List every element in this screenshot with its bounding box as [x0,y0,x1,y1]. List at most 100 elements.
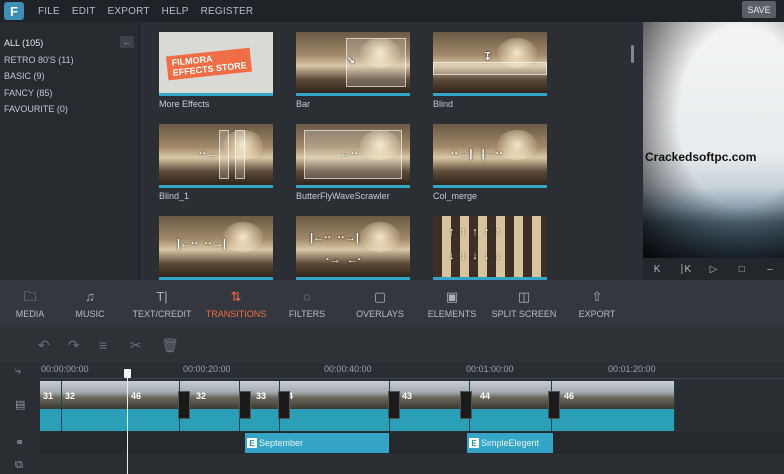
video-track-icon: ▤ [15,399,26,411]
transition-marker[interactable] [460,391,472,419]
play-icon[interactable]: ▷ [699,264,727,275]
video-clip[interactable]: 32 [62,381,128,431]
effect-tile-7[interactable]: |←·· ··→| [159,216,273,280]
category-basic[interactable]: BASIC (9) [0,68,139,85]
effects-track[interactable] [40,432,784,454]
effect-thumbnail: ←·· [296,124,410,188]
timecode: 00:01:00:00 [466,364,514,374]
arrow-down-icon: ↧ [483,51,493,63]
snap-icon[interactable]: ⤷ [15,365,21,378]
effect-tile-bar[interactable]: ↘ Bar [296,32,410,109]
menu-register[interactable]: REGISTER [201,6,254,17]
effect-badge-icon: E [247,438,257,448]
undo-icon[interactable]: ↶ [38,337,50,354]
arrow-left-icon: ←·· [340,148,359,160]
arrow-right-icon: ··→ [199,148,218,160]
delete-icon[interactable]: 🗑 [161,337,179,354]
transition-marker[interactable] [388,391,400,419]
split-arrows-icon: |←·· ··→| [310,232,359,244]
effect-thumbnail: ··→| |←·· [433,124,547,188]
transition-marker[interactable] [278,391,290,419]
playhead-handle[interactable] [124,369,131,378]
up-arrows-icon: ↑ ↑ ↑ ↑ ↑ [449,226,501,238]
effect-label: ButterFlyWaveScrawler [296,191,390,201]
video-clip[interactable]: 31 [40,381,62,431]
menu-edit[interactable]: EDIT [72,6,96,17]
video-clip[interactable]: 46 [552,381,675,431]
transition-marker[interactable] [178,391,190,419]
category-favourite[interactable]: FAVOURITE (0) [0,101,139,118]
split-arrows-icon: ·→ ←· [326,254,362,266]
volume-icon[interactable]: – [756,264,784,275]
arrow-icon: ↘ [346,55,356,67]
filmora-logo: F [4,2,24,20]
playhead[interactable] [127,371,128,474]
library-tabs: 🗀 MEDIA ♫ MUSIC T| TEXT/CREDIT ⇅ TRANSIT… [0,280,784,325]
redo-icon[interactable]: ↷ [68,337,80,354]
category-fancy[interactable]: FANCY (85) [0,85,139,102]
step-back-icon[interactable]: ∣K [671,264,699,275]
effect-tile-blind-1[interactable]: ··→ Blind_1 [159,124,273,201]
tab-filters[interactable]: ◌ FILTERS [287,280,327,325]
text-icon: T| [156,289,168,304]
timecode: 00:00:00:00 [41,364,89,374]
transition-marker[interactable] [548,391,560,419]
tab-overlays[interactable]: ▢ OVERLAYS [353,280,407,325]
effect-label: Blind_1 [159,191,190,201]
transitions-grid: FILMORA EFFECTS STORE More Effects ↘ Bar… [150,22,634,280]
down-arrows-icon: ↓ ↓ ↓ ↓ ↓ [449,250,501,262]
music-note-icon: ♫ [85,289,95,304]
video-clip[interactable]: 34 [280,381,390,431]
tab-elements[interactable]: ▣ ELEMENTS [426,280,478,325]
menu-bar: F FILE EDIT EXPORT HELP REGISTER SAVE [0,0,784,22]
menu-export[interactable]: EXPORT [108,6,150,17]
transitions-icon: ⇅ [230,289,242,304]
video-clip[interactable]: 46 [128,381,180,431]
effect-label: Col_merge [433,191,478,201]
effect-clip-september[interactable]: E September [245,433,389,453]
effect-badge-icon: E [469,438,479,448]
effect-thumbnail: ↘ [296,32,410,96]
effect-tile-9[interactable]: ↑ ↑ ↑ ↑ ↑ ↓ ↓ ↓ ↓ ↓ [433,216,547,280]
adjust-icon[interactable]: ≡ [99,337,107,353]
category-retro[interactable]: RETRO 80'S (11) [0,52,139,69]
folder-icon: 🗀 [23,289,37,304]
effect-tile-more-effects[interactable]: FILMORA EFFECTS STORE More Effects [159,32,273,109]
effect-thumbnail: ··→ [159,124,273,188]
preview-controls: K ∣K ▷ □ – [643,258,784,280]
cut-icon[interactable]: ✂ [130,337,142,354]
effects-store-thumbnail: FILMORA EFFECTS STORE [159,32,273,96]
effect-clip-simpleelegent[interactable]: E SimpleElegent [467,433,553,453]
tab-export[interactable]: ⇧ EXPORT [574,280,620,325]
time-ruler[interactable]: 00:00:00:00 00:00:20:00 00:00:40:00 00:0… [40,363,784,379]
merge-arrows-icon: ··→| |←·· [451,148,503,160]
elements-icon: ▣ [445,289,459,304]
effect-label: Blind [433,99,454,109]
effect-tile-blind[interactable]: ↧ Blind [433,32,547,109]
effect-tile-col-merge[interactable]: ··→| |←·· Col_merge [433,124,547,201]
grid-scrollbar[interactable] [631,45,634,63]
timecode: 00:01:20:00 [608,364,656,374]
tab-media[interactable]: 🗀 MEDIA [10,280,50,325]
timecode: 00:00:40:00 [324,364,372,374]
tab-text-credit[interactable]: T| TEXT/CREDIT [131,280,193,325]
overlay-track-icon: ⧉ [15,459,23,471]
video-track[interactable]: 31 32 46 32 33 34 43 44 46 [40,381,675,431]
video-clip[interactable]: 44 [470,381,552,431]
menu-help[interactable]: HELP [162,6,189,17]
skip-start-icon[interactable]: K [643,264,671,275]
effect-tile-8[interactable]: |←·· ··→| ·→ ←· [296,216,410,280]
stop-icon[interactable]: □ [728,264,756,275]
effect-tile-butterfly[interactable]: ←·· ButterFlyWaveScrawler [296,124,410,201]
menu-file[interactable]: FILE [38,6,60,17]
video-clip[interactable]: 43 [390,381,470,431]
effect-label: More Effects [159,99,210,109]
save-button[interactable]: SAVE [742,1,776,18]
effect-thumbnail: |←·· ··→| [159,216,273,280]
tab-transitions[interactable]: ⇅ TRANSITIONS [203,280,269,325]
collapse-panel-button[interactable]: ← [120,36,134,48]
tab-music[interactable]: ♫ MUSIC [70,280,110,325]
transition-marker[interactable] [239,391,251,419]
tab-split-screen[interactable]: ◫ SPLIT SCREEN [491,280,557,325]
category-all[interactable]: ALL (105) [0,35,139,52]
